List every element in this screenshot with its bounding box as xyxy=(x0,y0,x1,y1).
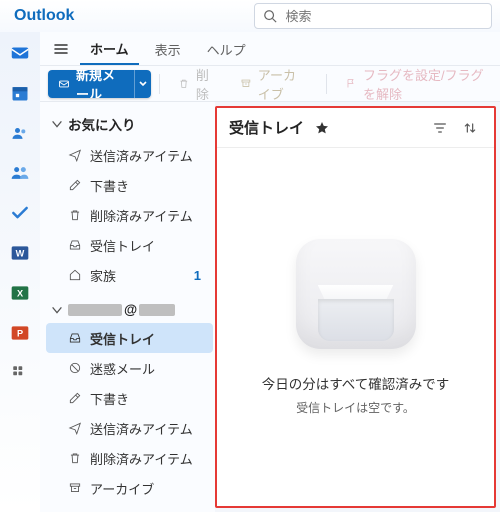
delete-label: 削除 xyxy=(196,65,216,103)
archive-label: アーカイブ xyxy=(258,65,309,103)
separator xyxy=(326,74,327,94)
drafts-icon xyxy=(68,391,82,405)
groups-app-icon[interactable] xyxy=(9,162,31,184)
tab-home[interactable]: ホーム xyxy=(80,33,139,65)
fav-deleted[interactable]: 削除済みアイテム xyxy=(46,200,213,230)
hamburger-button[interactable] xyxy=(48,36,74,62)
powerpoint-app-icon[interactable]: P xyxy=(9,322,31,344)
chevron-icon xyxy=(50,303,64,317)
mail-app-icon[interactable] xyxy=(9,42,31,64)
empty-inbox-illustration xyxy=(296,239,416,349)
calendar-app-icon[interactable] xyxy=(9,82,31,104)
acct-deleted[interactable]: 削除済みアイテム xyxy=(46,443,213,473)
favorites-header[interactable]: お気に入り xyxy=(46,108,213,140)
acct-deleted-label: 削除済みアイテム xyxy=(90,449,193,468)
account-masked-right xyxy=(139,304,175,316)
account-header[interactable]: @ xyxy=(46,296,213,323)
flag-button[interactable]: フラグを設定/フラグを解除 xyxy=(335,70,500,98)
search-icon xyxy=(263,9,277,23)
svg-text:W: W xyxy=(16,248,25,258)
fav-family-label: 家族 xyxy=(90,266,116,285)
trash-icon xyxy=(178,76,190,91)
people-app-icon[interactable] xyxy=(9,122,31,144)
star-icon[interactable] xyxy=(310,116,334,140)
fav-family[interactable]: 家族 1 xyxy=(46,260,213,290)
trash-icon xyxy=(68,208,82,222)
tab-help[interactable]: ヘルプ xyxy=(197,34,256,64)
word-app-icon[interactable]: W xyxy=(9,242,31,264)
fav-drafts-label: 下書き xyxy=(90,176,129,195)
inbox-icon xyxy=(68,331,82,345)
ribbon-commands: 新規メール 削除 アーカイブ フラグを設定/フラグを解除 xyxy=(40,66,500,102)
svg-text:P: P xyxy=(17,328,23,338)
search-input[interactable] xyxy=(283,8,483,25)
flag-label: フラグを設定/フラグを解除 xyxy=(363,65,490,103)
chevron-icon xyxy=(50,117,64,131)
fav-drafts[interactable]: 下書き xyxy=(46,170,213,200)
acct-inbox-label: 受信トレイ xyxy=(90,329,155,348)
sent-icon xyxy=(68,421,82,435)
fav-inbox[interactable]: 受信トレイ xyxy=(46,230,213,260)
excel-app-icon[interactable]: X xyxy=(9,282,31,304)
acct-archive[interactable]: アーカイブ xyxy=(46,473,213,503)
archive-icon xyxy=(68,481,82,495)
fav-deleted-label: 削除済みアイテム xyxy=(90,206,193,225)
chevron-down-icon xyxy=(138,79,148,89)
svg-text:X: X xyxy=(17,288,24,298)
sort-icon[interactable] xyxy=(458,116,482,140)
fav-sent[interactable]: 送信済みアイテム xyxy=(46,140,213,170)
tab-view[interactable]: 表示 xyxy=(145,34,191,64)
acct-sent[interactable]: 送信済みアイテム xyxy=(46,413,213,443)
todo-app-icon[interactable] xyxy=(9,202,31,224)
separator xyxy=(159,74,160,94)
favorites-label: お気に入り xyxy=(68,114,136,134)
list-title: 受信トレイ xyxy=(229,117,304,138)
empty-title: 今日の分はすべて確認済みです xyxy=(262,373,450,393)
archive-icon xyxy=(240,76,252,91)
acct-sent-label: 送信済みアイテム xyxy=(90,419,193,438)
message-list-pane: 受信トレイ 今日の分はすべて確認済みです 受信トレイは空です。 xyxy=(215,106,496,508)
delete-button[interactable]: 削除 xyxy=(168,70,226,98)
acct-junk[interactable]: 迷惑メール xyxy=(46,353,213,383)
ribbon-tabs: ホーム 表示 ヘルプ xyxy=(40,32,500,66)
account-at: @ xyxy=(124,302,137,317)
junk-icon xyxy=(68,361,82,375)
filter-icon[interactable] xyxy=(428,116,452,140)
acct-archive-label: アーカイブ xyxy=(90,479,154,498)
home-icon xyxy=(68,268,82,282)
acct-junk-label: 迷惑メール xyxy=(90,359,155,378)
search-box[interactable] xyxy=(254,3,492,29)
acct-inbox[interactable]: 受信トレイ xyxy=(46,323,213,353)
acct-drafts-label: 下書き xyxy=(90,389,129,408)
mail-icon xyxy=(58,76,70,92)
empty-state: 今日の分はすべて確認済みです 受信トレイは空です。 xyxy=(217,148,494,506)
trash-icon xyxy=(68,451,82,465)
new-mail-dropdown[interactable] xyxy=(134,70,151,98)
archive-button[interactable]: アーカイブ xyxy=(230,70,318,98)
list-header: 受信トレイ xyxy=(217,108,494,148)
new-mail-label: 新規メール xyxy=(76,70,125,98)
app-rail: W X P xyxy=(0,32,40,512)
folder-nav: お気に入り 送信済みアイテム 下書き 削除済みアイテム 受信トレイ 家族 xyxy=(40,102,215,512)
sent-icon xyxy=(68,148,82,162)
new-mail-button[interactable]: 新規メール xyxy=(48,70,151,98)
more-apps-icon[interactable] xyxy=(9,362,31,384)
empty-subtitle: 受信トレイは空です。 xyxy=(296,399,415,416)
account-masked-left xyxy=(68,304,122,316)
inbox-icon xyxy=(68,238,82,252)
fav-inbox-label: 受信トレイ xyxy=(90,236,155,255)
app-brand: Outlook xyxy=(8,7,74,25)
flag-icon xyxy=(345,76,357,91)
acct-drafts[interactable]: 下書き xyxy=(46,383,213,413)
fav-sent-label: 送信済みアイテム xyxy=(90,146,193,165)
fav-family-badge: 1 xyxy=(194,268,207,283)
drafts-icon xyxy=(68,178,82,192)
